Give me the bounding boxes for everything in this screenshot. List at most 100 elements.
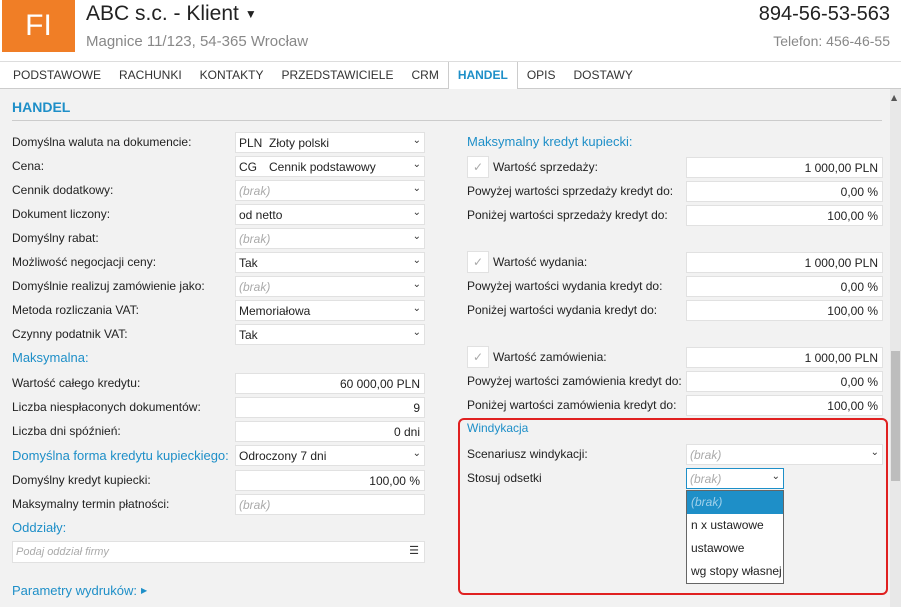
tab-podstawowe[interactable]: PODSTAWOWE: [4, 62, 110, 89]
vat-method-label: Metoda rozliczania VAT:: [12, 303, 139, 317]
tab-kontakty[interactable]: KONTAKTY: [191, 62, 273, 89]
sales-value-input[interactable]: 1 000,00 PLN: [686, 157, 883, 178]
print-params-link[interactable]: Parametry wydruków: ▶: [12, 579, 147, 601]
row-vat-method: Metoda rozliczania VAT:: [12, 299, 139, 321]
unpaid-docs-input[interactable]: 9: [235, 397, 425, 418]
order-below-input[interactable]: 100,00 %: [686, 395, 883, 416]
sales-below-row: Poniżej wartości sprzedaży kredyt do:: [467, 204, 668, 226]
sales-above-row: Powyżej wartości sprzedaży kredyt do:: [467, 180, 673, 202]
chevron-down-icon[interactable]: ▼: [245, 7, 257, 21]
checkmark-icon: ✓: [472, 255, 484, 269]
row-extra-pricelist: Cennik dodatkowy:: [12, 179, 113, 201]
max-credit-header-text: Maksymalny kredyt kupiecki:: [467, 133, 633, 149]
max-term-label: Maksymalny termin płatności:: [12, 497, 170, 511]
extra-pricelist-label: Cennik dodatkowy:: [12, 183, 114, 197]
issue-above-input[interactable]: 0,00 %: [686, 276, 883, 297]
row-unpaid-docs: Liczba niespłaconych dokumentów:: [12, 396, 201, 418]
vat-method-value: Memoriałowa: [239, 303, 311, 318]
issue-above-value: 0,00 %: [840, 279, 878, 294]
vat-payer-label: Czynny podatnik VAT:: [12, 327, 128, 341]
interest-option-none[interactable]: (brak): [687, 491, 783, 514]
tab-dostawy[interactable]: DOSTAWY: [565, 62, 642, 89]
vat-payer-select[interactable]: Tak ⌄: [235, 324, 425, 345]
chevron-down-icon: ⌄: [412, 231, 421, 242]
row-price: Cena:: [12, 155, 44, 177]
order-value-checkbox[interactable]: ✓: [467, 346, 489, 368]
order-above-input[interactable]: 0,00 %: [686, 371, 883, 392]
interest-placeholder: (brak): [690, 471, 722, 486]
checkmark-icon: ✓: [472, 350, 484, 364]
scroll-up-icon[interactable]: ▲: [891, 93, 897, 102]
order-value-input[interactable]: 1 000,00 PLN: [686, 347, 883, 368]
days-late-value: 0 dni: [393, 424, 420, 439]
order-below-row: Poniżej wartości zamówienia kredyt do:: [467, 394, 676, 416]
negotiation-select[interactable]: Tak ⌄: [235, 252, 425, 273]
vat-method-select[interactable]: Memoriałowa ⌄: [235, 300, 425, 321]
client-header: FI ABC s.c. - Klient ▼ Magnice 11/123, 5…: [0, 0, 901, 61]
handel-panel: HANDEL Domyślna waluta na dokumencie: PL…: [0, 89, 888, 607]
tab-rachunki[interactable]: RACHUNKI: [110, 62, 191, 89]
scenario-select[interactable]: (brak) ⌄: [686, 444, 883, 465]
issue-value-checkbox[interactable]: ✓: [467, 251, 489, 273]
unpaid-docs-value: 9: [413, 400, 420, 415]
default-credit-input[interactable]: 100,00 %: [235, 470, 425, 491]
extra-pricelist-select[interactable]: (brak) ⌄: [235, 180, 425, 201]
order-above-label: Powyżej wartości zamówienia kredyt do:: [467, 374, 682, 388]
chevron-down-icon: ⌄: [412, 448, 421, 459]
interest-select[interactable]: (brak) ⌄: [686, 468, 784, 489]
order-above-row: Powyżej wartości zamówienia kredyt do:: [467, 370, 682, 392]
sales-value-checkbox[interactable]: ✓: [467, 156, 489, 178]
interest-row: Stosuj odsetki: [467, 467, 542, 489]
discount-select[interactable]: (brak) ⌄: [235, 228, 425, 249]
issue-above-row: Powyżej wartości wydania kredyt do:: [467, 275, 662, 297]
order-below-label: Poniżej wartości zamówienia kredyt do:: [467, 398, 677, 412]
issue-value-input[interactable]: 1 000,00 PLN: [686, 252, 883, 273]
interest-option-own-rate[interactable]: wg stopy własnej: [687, 560, 783, 583]
branches-input[interactable]: Podaj oddział firmy ☰: [12, 541, 425, 563]
sales-above-value: 0,00 %: [840, 184, 878, 199]
menu-icon[interactable]: ☰: [409, 544, 419, 557]
scrollbar-thumb[interactable]: [891, 351, 900, 481]
max-term-input[interactable]: (brak): [235, 494, 425, 515]
negotiation-value: Tak: [239, 255, 258, 270]
tab-przedstawiciele[interactable]: PRZEDSTAWICIELE: [272, 62, 402, 89]
currency-value: Złoty polski: [269, 135, 330, 150]
order-value-row: ✓ Wartość zamówienia:: [467, 346, 607, 368]
vertical-scrollbar[interactable]: ▲: [890, 89, 901, 607]
doc-calc-select[interactable]: od netto ⌄: [235, 204, 425, 225]
credit-total-input[interactable]: 60 000,00 PLN: [235, 373, 425, 394]
issue-above-label: Powyżej wartości wydania kredyt do:: [467, 279, 663, 293]
currency-select[interactable]: PLN Złoty polski ⌄: [235, 132, 425, 153]
print-params-text: Parametry wydruków:: [12, 582, 137, 598]
tab-opis[interactable]: OPIS: [518, 62, 565, 89]
chevron-down-icon: ⌄: [412, 183, 421, 194]
unpaid-docs-label: Liczba niespłaconych dokumentów:: [12, 400, 201, 414]
maks-header-text: Maksymalna:: [12, 349, 89, 365]
issue-value-value: 1 000,00 PLN: [804, 255, 878, 270]
sales-above-label: Powyżej wartości sprzedaży kredyt do:: [467, 184, 674, 198]
scenario-label: Scenariusz windykacji:: [467, 447, 588, 461]
doc-calc-label: Dokument liczony:: [12, 207, 111, 221]
row-doc-calc: Dokument liczony:: [12, 203, 110, 225]
price-select[interactable]: CG Cennik podstawowy ⌄: [235, 156, 425, 177]
tab-handel[interactable]: HANDEL: [447, 62, 518, 90]
row-max-term: Maksymalny termin płatności:: [12, 493, 169, 515]
interest-option-statutory[interactable]: ustawowe: [687, 537, 783, 560]
days-late-input[interactable]: 0 dni: [235, 421, 425, 442]
order-above-value: 0,00 %: [840, 374, 878, 389]
sales-below-input[interactable]: 100,00 %: [686, 205, 883, 226]
section-divider: [12, 120, 882, 121]
order-realize-select[interactable]: (brak) ⌄: [235, 276, 425, 297]
credit-total-value: 60 000,00 PLN: [339, 376, 420, 391]
sales-above-input[interactable]: 0,00 %: [686, 181, 883, 202]
branches-header-text: Oddziały:: [12, 519, 67, 535]
client-title[interactable]: ABC s.c. - Klient ▼: [86, 2, 257, 26]
vat-payer-value: Tak: [239, 327, 258, 342]
row-vat-payer: Czynny podatnik VAT:: [12, 323, 128, 345]
section-title: HANDEL: [12, 99, 71, 115]
tab-crm[interactable]: CRM: [402, 62, 447, 89]
issue-below-input[interactable]: 100,00 %: [686, 300, 883, 321]
doc-calc-value: od netto: [239, 207, 283, 222]
credit-form-select[interactable]: Odroczony 7 dni ⌄: [235, 445, 425, 466]
interest-option-nx-statutory[interactable]: n x ustawowe: [687, 514, 783, 537]
